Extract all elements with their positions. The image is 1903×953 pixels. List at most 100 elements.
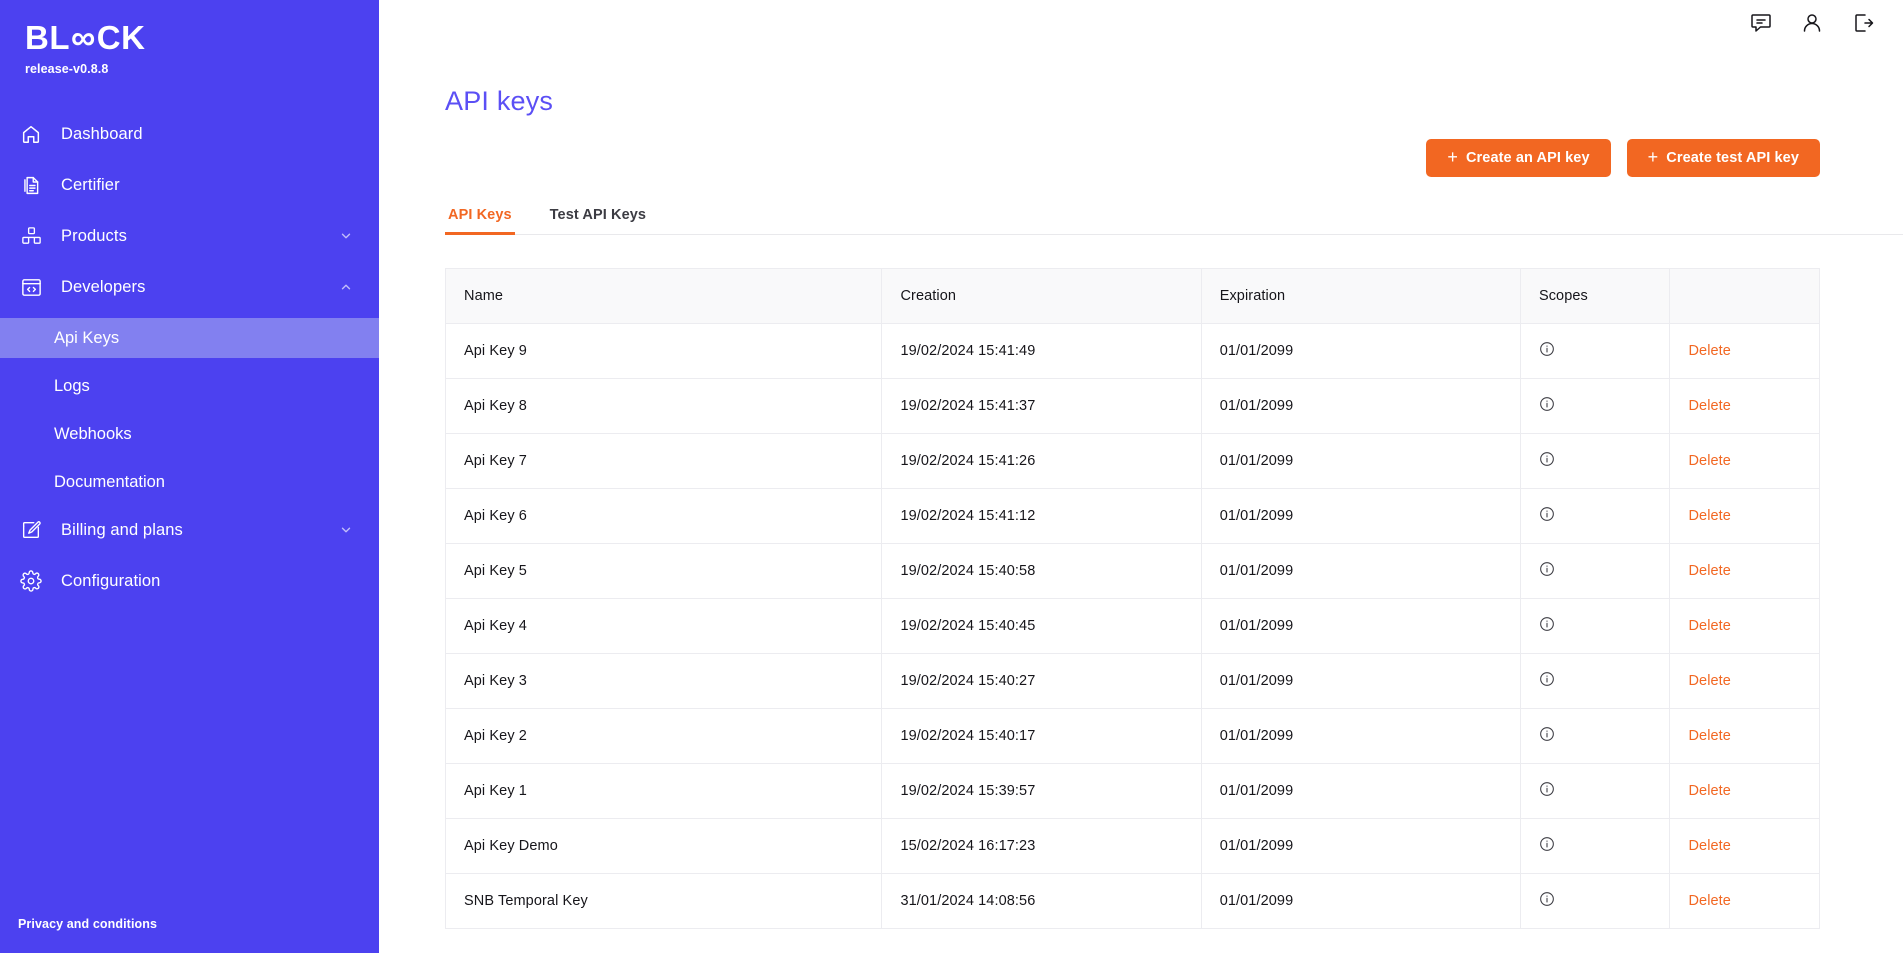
table-row: Api Key 4 19/02/2024 15:40:45 01/01/2099 De… [444,598,1820,654]
chevron-down-icon[interactable] [338,522,354,538]
brand-logo: BL ∞ CK [25,18,379,58]
cell-scopes [1519,378,1671,434]
chevron-down-icon[interactable] [338,228,354,244]
sidebar-subitem-label: Webhooks [54,424,132,443]
cell-actions: Delete [1669,323,1820,379]
cubes-icon [18,223,44,249]
cell-name: Api Key 8 [444,378,883,434]
sidebar-item-certifier[interactable]: Certifier [0,165,379,205]
cell-name: Api Key 2 [444,708,883,764]
sidebar-item-label: Billing and plans [61,520,183,539]
delete-button[interactable]: Delete [1688,838,1731,854]
cell-scopes [1519,763,1671,819]
sidebar-item-label: Products [61,226,127,245]
privacy-and-conditions-link[interactable]: Privacy and conditions [18,917,157,931]
cell-creation: 19/02/2024 15:39:57 [881,763,1202,819]
cell-name: Api Key 9 [444,323,883,379]
home-icon [18,121,44,147]
delete-button[interactable]: Delete [1688,893,1731,909]
topbar [379,0,1903,34]
column-header-scopes: Scopes [1519,268,1671,324]
cell-scopes [1519,873,1671,929]
chat-icon[interactable] [1749,11,1773,35]
sidebar-item-label: Dashboard [61,124,143,143]
cell-name: Api Key 6 [444,488,883,544]
cell-scopes [1519,653,1671,709]
info-icon[interactable] [1539,561,1555,577]
tabs: API Keys Test API Keys [445,207,1903,235]
sidebar-item-webhooks[interactable]: Webhooks [0,414,379,454]
cell-actions: Delete [1669,488,1820,544]
info-icon[interactable] [1539,671,1555,687]
cell-name: Api Key 1 [444,763,883,819]
cell-actions: Delete [1669,543,1820,599]
cell-creation: 19/02/2024 15:40:58 [881,543,1202,599]
delete-button[interactable]: Delete [1688,398,1731,414]
cell-scopes [1519,433,1671,489]
sidebar-item-dashboard[interactable]: Dashboard [0,114,379,154]
cell-name: Api Key 5 [444,543,883,599]
info-icon[interactable] [1539,616,1555,632]
sidebar-item-billing-and-plans[interactable]: Billing and plans [0,510,379,550]
cell-scopes [1519,708,1671,764]
sidebar-subitem-label: Logs [54,376,90,395]
api-keys-table-wrapper: Name Creation Expiration Scopes Api Key … [444,268,1903,929]
page-title: API keys [445,86,554,116]
plus-icon: + [1647,147,1659,167]
info-icon[interactable] [1539,396,1555,412]
info-icon[interactable] [1539,726,1555,742]
delete-button[interactable]: Delete [1688,563,1731,579]
sidebar-item-developers[interactable]: Developers [0,267,379,307]
cell-creation: 15/02/2024 16:17:23 [881,818,1202,874]
sidebar-item-label: Configuration [61,571,161,590]
cell-creation: 19/02/2024 15:40:27 [881,653,1202,709]
cell-scopes [1519,818,1671,874]
sidebar-subitem-label: Api Keys [54,328,120,347]
brand-logo-part1: BL [25,19,70,56]
cell-expiration: 01/01/2099 [1200,653,1521,709]
create-test-api-key-button[interactable]: + Create test API key [1626,139,1820,177]
logout-icon[interactable] [1851,11,1875,35]
create-api-key-button[interactable]: + Create an API key [1426,139,1611,177]
user-icon[interactable] [1800,11,1824,35]
column-header-actions [1669,268,1820,324]
delete-button[interactable]: Delete [1688,343,1731,359]
cell-scopes [1519,543,1671,599]
cell-expiration: 01/01/2099 [1200,488,1521,544]
delete-button[interactable]: Delete [1688,673,1731,689]
cell-creation: 31/01/2024 14:08:56 [881,873,1202,929]
delete-button[interactable]: Delete [1688,508,1731,524]
delete-button[interactable]: Delete [1688,783,1731,799]
page-actions: + Create an API key + Create test API ke… [445,139,1903,177]
table-head: Name Creation Expiration Scopes [444,268,1820,324]
delete-button[interactable]: Delete [1688,728,1731,744]
cell-expiration: 01/01/2099 [1200,323,1521,379]
tab-test-api-keys[interactable]: Test API Keys [547,207,649,234]
sidebar-item-configuration[interactable]: Configuration [0,561,379,601]
info-icon[interactable] [1539,891,1555,907]
delete-button[interactable]: Delete [1688,453,1731,469]
info-icon[interactable] [1539,341,1555,357]
info-icon[interactable] [1539,451,1555,467]
sidebar-item-documentation[interactable]: Documentation [0,462,379,502]
sidebar-item-logs[interactable]: Logs [0,366,379,406]
table-body: Api Key 9 19/02/2024 15:41:49 01/01/2099 De… [444,323,1820,929]
cell-expiration: 01/01/2099 [1200,708,1521,764]
brand: BL ∞ CK release-v0.8.8 [0,0,379,76]
sidebar-item-products[interactable]: Products [0,216,379,256]
info-icon[interactable] [1539,836,1555,852]
table-row: Api Key 2 19/02/2024 15:40:17 01/01/2099 De… [444,708,1820,764]
sidebar-item-label: Certifier [61,175,120,194]
cell-name: SNB Temporal Key [444,873,883,929]
info-icon[interactable] [1539,781,1555,797]
tab-api-keys[interactable]: API Keys [445,207,515,235]
column-header-expiration: Expiration [1200,268,1521,324]
table-row: SNB Temporal Key 31/01/2024 14:08:56 01/01… [444,873,1820,929]
main-content: API keys + Create an API key + Create te… [379,0,1903,953]
chevron-up-icon[interactable] [338,279,354,295]
info-icon[interactable] [1539,506,1555,522]
sidebar-item-api-keys[interactable]: Api Keys [0,318,379,358]
sidebar-subitem-label: Documentation [54,472,165,491]
delete-button[interactable]: Delete [1688,618,1731,634]
cell-scopes [1519,323,1671,379]
